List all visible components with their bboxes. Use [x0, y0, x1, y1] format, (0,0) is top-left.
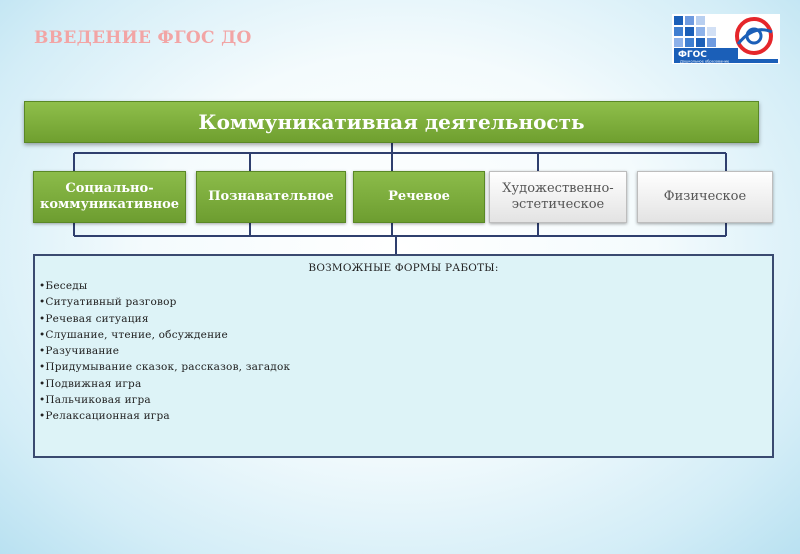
list-item: Придумывание сказок, рассказов, загадок: [39, 359, 768, 375]
category-label: Физическое: [663, 189, 747, 204]
work-forms-panel: ВОЗМОЖНЫЕ ФОРМЫ РАБОТЫ: Беседы Ситуативн…: [33, 254, 774, 458]
list-item: Разучивание: [39, 343, 768, 359]
category-cognitive: Познавательное: [196, 171, 346, 223]
list-item: Беседы: [39, 278, 768, 294]
list-item: Речевая ситуация: [39, 311, 768, 327]
list-item: Ситуативный разговор: [39, 294, 768, 310]
category-physical: Физическое: [637, 171, 773, 223]
category-label: Познавательное: [208, 189, 334, 204]
category-speech: Речевое: [353, 171, 485, 223]
work-forms-list: Беседы Ситуативный разговор Речевая ситу…: [39, 278, 768, 425]
list-item: Пальчиковая игра: [39, 392, 768, 408]
category-social-communicative: Социально- коммуникативное: [33, 171, 186, 223]
category-label: Социально- коммуникативное: [39, 181, 180, 212]
work-forms-title: ВОЗМОЖНЫЕ ФОРМЫ РАБОТЫ:: [308, 262, 499, 274]
list-item: Слушание, чтение, обсуждение: [39, 327, 768, 343]
category-artistic-aesthetic: Художественно- эстетическое: [489, 171, 627, 223]
list-item: Релаксационная игра: [39, 408, 768, 424]
category-label: Художественно- эстетическое: [502, 181, 614, 212]
category-label: Речевое: [388, 189, 450, 204]
list-item: Подвижная игра: [39, 376, 768, 392]
main-header: Коммуникативная деятельность: [24, 101, 759, 143]
